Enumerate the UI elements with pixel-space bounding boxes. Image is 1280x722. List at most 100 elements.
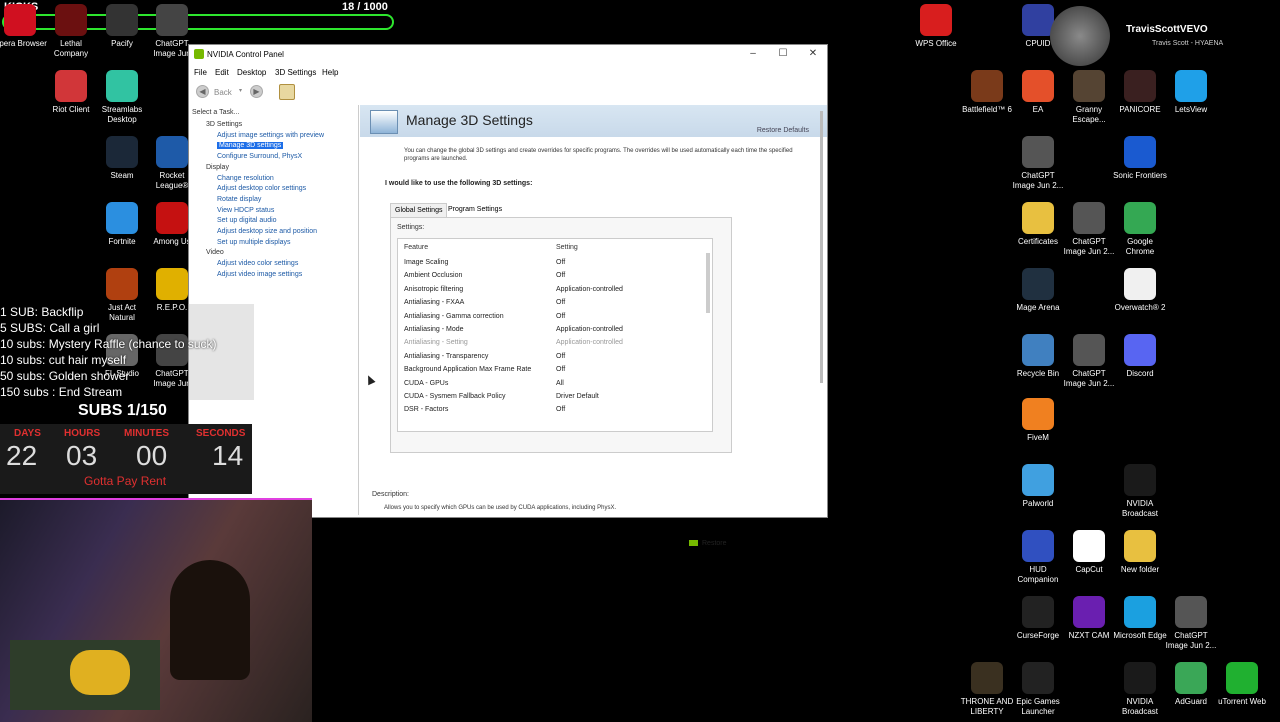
settings-row[interactable]: Background Application Max Frame Rate Off xyxy=(404,366,704,379)
feature-value[interactable]: Application-controlled xyxy=(556,326,623,333)
right-desktop-icon[interactable]: Certificates xyxy=(1010,202,1066,247)
feature-value[interactable]: Off xyxy=(556,366,565,373)
forward-arrow-icon[interactable]: ▶ xyxy=(250,85,263,98)
feature-value[interactable]: Application-controlled xyxy=(556,339,623,346)
left-desktop-icon[interactable]: Steam xyxy=(94,136,150,181)
home-icon[interactable] xyxy=(279,84,295,100)
right-desktop-icon[interactable]: NVIDIA Broadcast xyxy=(1112,464,1168,519)
right-desktop-icon[interactable]: Mage Arena xyxy=(1010,268,1066,313)
feature-value[interactable]: Off xyxy=(556,313,565,320)
tree-item[interactable]: Adjust video color settings xyxy=(217,260,298,267)
tree-item[interactable]: Adjust video image settings xyxy=(217,271,302,278)
tree-category[interactable]: Display xyxy=(206,164,229,171)
menu-3d-settings[interactable]: 3D Settings xyxy=(275,68,316,77)
right-desktop-icon[interactable]: Sonic Frontiers xyxy=(1112,136,1168,181)
right-desktop-icon[interactable]: uTorrent Web xyxy=(1214,662,1270,707)
tree-item[interactable]: Adjust desktop size and position xyxy=(217,228,317,235)
settings-row[interactable]: CUDA - Sysmem Fallback Policy Driver Defa… xyxy=(404,393,704,406)
settings-row[interactable]: Image Scaling Off xyxy=(404,259,704,272)
right-desktop-icon[interactable]: ChatGPT Image Jun 2... xyxy=(1163,596,1219,651)
feature-value[interactable]: Off xyxy=(556,299,565,306)
right-desktop-icon[interactable]: LetsView xyxy=(1163,70,1219,115)
right-desktop-icon[interactable]: FiveM xyxy=(1010,398,1066,443)
restore-defaults-link[interactable]: Restore Defaults xyxy=(757,127,809,134)
right-desktop-icon[interactable]: WPS Office xyxy=(908,4,964,49)
settings-row[interactable]: Antialiasing - Gamma correction Off xyxy=(404,313,704,326)
right-desktop-icon[interactable]: HUD Companion xyxy=(1010,530,1066,585)
settings-row[interactable]: Anisotropic filtering Application-control… xyxy=(404,286,704,299)
feature-value[interactable]: Off xyxy=(556,353,565,360)
right-desktop-icon[interactable]: CurseForge xyxy=(1010,596,1066,641)
tree-item[interactable]: Set up multiple displays xyxy=(217,239,291,246)
right-desktop-icon[interactable]: New folder xyxy=(1112,530,1168,575)
maximize-button[interactable]: ☐ xyxy=(775,48,791,59)
right-desktop-icon[interactable]: Granny Escape... xyxy=(1061,70,1117,125)
right-desktop-icon[interactable]: Microsoft Edge xyxy=(1112,596,1168,641)
right-desktop-icon[interactable]: THRONE AND LIBERTY xyxy=(959,662,1015,717)
right-desktop-icon[interactable]: EA xyxy=(1010,70,1066,115)
tree-item[interactable]: Adjust desktop color settings xyxy=(217,185,306,192)
tree-item[interactable]: View HDCP status xyxy=(217,207,274,214)
settings-row[interactable]: Antialiasing - FXAA Off xyxy=(404,299,704,312)
restore-button[interactable]: Restore xyxy=(689,540,727,547)
feature-value[interactable]: Off xyxy=(556,272,565,279)
tree-item[interactable]: Manage 3D settings xyxy=(217,142,284,150)
right-desktop-icon[interactable]: Discord xyxy=(1112,334,1168,379)
left-desktop-icon[interactable]: Lethal Company xyxy=(43,4,99,59)
left-desktop-icon[interactable]: Opera Browser xyxy=(0,4,48,49)
left-desktop-icon[interactable]: Streamlabs Desktop xyxy=(94,70,150,125)
right-desktop-icon[interactable]: ChatGPT Image Jun 2... xyxy=(1061,334,1117,389)
feature-value[interactable]: Off xyxy=(556,406,565,413)
right-desktop-icon[interactable]: Battlefield™ 6 xyxy=(959,70,1015,115)
minimize-button[interactable]: – xyxy=(745,48,761,59)
right-desktop-icon[interactable]: NVIDIA Broadcast xyxy=(1112,662,1168,717)
back-arrow-icon[interactable]: ◀ xyxy=(196,85,209,98)
settings-row[interactable]: Ambient Occlusion Off xyxy=(404,272,704,285)
left-desktop-icon[interactable]: Pacify xyxy=(94,4,150,49)
right-desktop-icon[interactable]: ChatGPT Image Jun 2... xyxy=(1010,136,1066,191)
tab-global-settings[interactable]: Global Settings xyxy=(390,203,448,217)
column-setting[interactable]: Setting xyxy=(556,244,578,251)
tree-category[interactable]: Video xyxy=(206,249,224,256)
back-label[interactable]: Back xyxy=(214,88,232,97)
menu-help[interactable]: Help xyxy=(322,68,338,77)
tree-item[interactable]: Configure Surround, PhysX xyxy=(217,153,302,160)
right-desktop-icon[interactable]: Recycle Bin xyxy=(1010,334,1066,379)
settings-row[interactable]: Antialiasing - Setting Application-contro… xyxy=(404,339,704,352)
menu-desktop[interactable]: Desktop xyxy=(237,68,266,77)
tree-item[interactable]: Rotate display xyxy=(217,196,261,203)
right-desktop-icon[interactable]: Epic Games Launcher xyxy=(1010,662,1066,717)
feature-value[interactable]: All xyxy=(556,380,564,387)
chevron-down-icon[interactable]: ▾ xyxy=(239,87,242,94)
settings-grid[interactable]: Feature Setting Image Scaling Off Ambient … xyxy=(397,238,713,432)
menu-edit[interactable]: Edit xyxy=(215,68,229,77)
title-bar[interactable]: NVIDIA Control Panel – ☐ ✕ xyxy=(189,45,827,63)
close-button[interactable]: ✕ xyxy=(805,48,821,59)
column-feature[interactable]: Feature xyxy=(404,244,428,251)
tree-item[interactable]: Set up digital audio xyxy=(217,217,277,224)
right-desktop-icon[interactable]: Palworld xyxy=(1010,464,1066,509)
menu-file[interactable]: File xyxy=(194,68,207,77)
right-desktop-icon[interactable]: CapCut xyxy=(1061,530,1117,575)
right-desktop-icon[interactable]: NZXT CAM xyxy=(1061,596,1117,641)
right-desktop-icon[interactable]: Google Chrome xyxy=(1112,202,1168,257)
left-desktop-icon[interactable]: Riot Client xyxy=(43,70,99,115)
grid-scrollbar[interactable] xyxy=(706,253,710,313)
right-desktop-icon[interactable]: PANICORE xyxy=(1112,70,1168,115)
settings-row[interactable]: CUDA - GPUs All xyxy=(404,380,704,393)
settings-row[interactable]: Antialiasing - Mode Application-controlle… xyxy=(404,326,704,339)
main-scrollbar[interactable] xyxy=(820,111,823,383)
right-desktop-icon[interactable]: ChatGPT Image Jun 2... xyxy=(1061,202,1117,257)
feature-value[interactable]: Off xyxy=(556,259,565,266)
right-desktop-icon[interactable]: Overwatch® 2 xyxy=(1112,268,1168,313)
tree-category[interactable]: 3D Settings xyxy=(206,121,242,128)
feature-value[interactable]: Application-controlled xyxy=(556,286,623,293)
tree-item[interactable]: Adjust image settings with preview xyxy=(217,132,324,139)
feature-value[interactable]: Driver Default xyxy=(556,393,599,400)
tree-item[interactable]: Change resolution xyxy=(217,175,274,182)
settings-row[interactable]: Antialiasing - Transparency Off xyxy=(404,353,704,366)
settings-row[interactable]: DSR - Factors Off xyxy=(404,406,704,419)
nvidia-control-panel-window[interactable]: NVIDIA Control Panel – ☐ ✕ File Edit Des… xyxy=(188,44,828,547)
tab-program-settings[interactable]: Program Settings xyxy=(444,203,506,216)
right-desktop-icon[interactable]: AdGuard xyxy=(1163,662,1219,707)
